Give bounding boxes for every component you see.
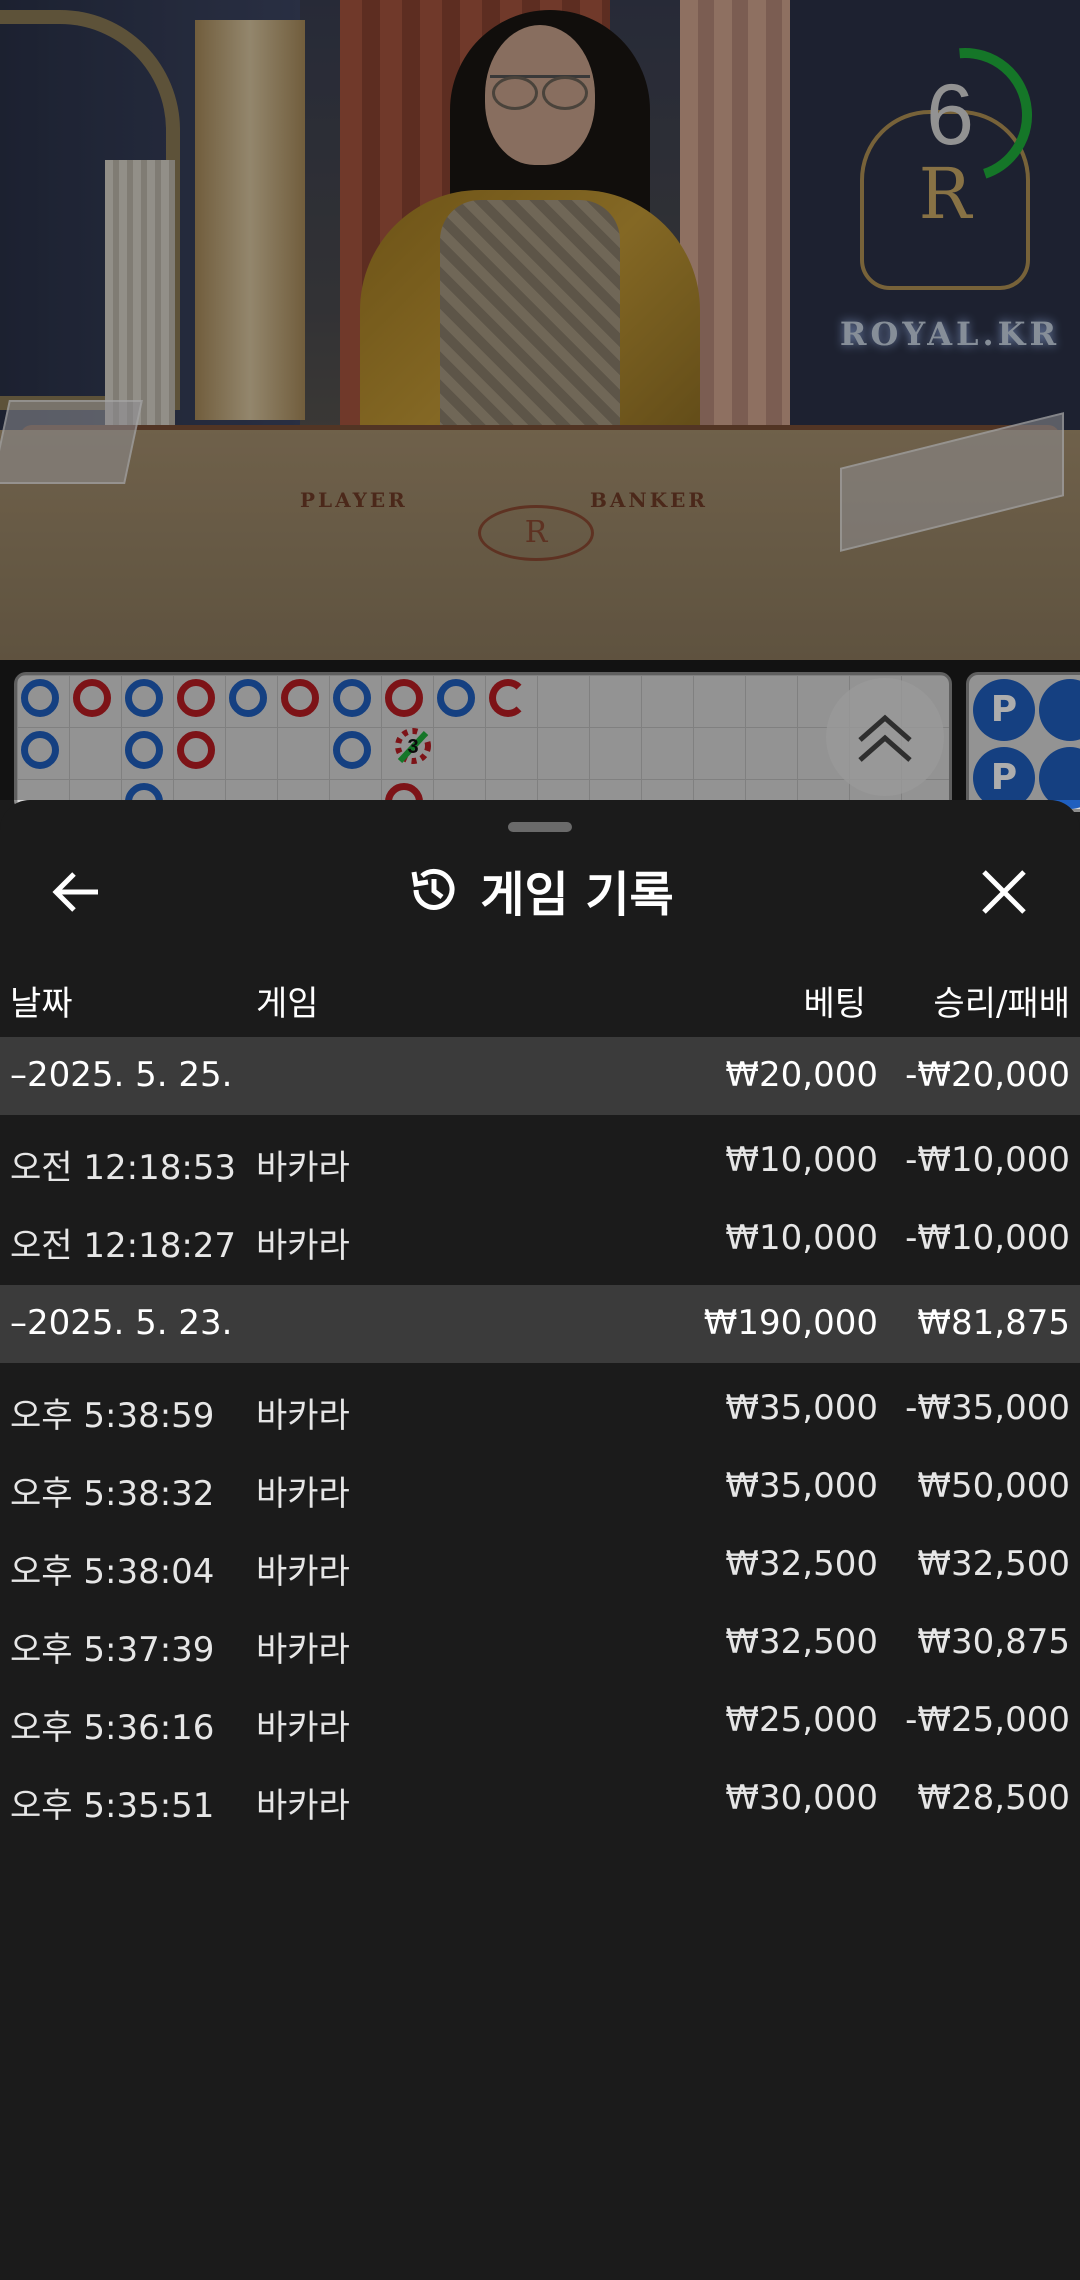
history-row-time: 오전 12:18:27 [10,1226,237,1266]
group-result-total: -₩20,000 [905,1055,1070,1095]
history-row-game: 바카라 [256,1226,350,1266]
wall-panel [195,20,305,420]
tie-mark: 3 [395,728,431,764]
group-bet-total: ₩190,000 [703,1303,878,1343]
history-row-bet: ₩30,000 [725,1778,878,1818]
column-header-date: 날짜 [10,984,73,1024]
history-row-result: ₩50,000 [917,1466,1070,1506]
history-row-result: -₩10,000 [905,1140,1070,1180]
banker-win-mark [489,679,527,717]
chevron-double-up-icon [858,714,912,762]
player-win-mark [333,731,371,769]
player-win-mark [21,731,59,769]
banker-win-mark [177,679,215,717]
tie-count: 3 [407,736,418,758]
history-row-result: ₩30,875 [917,1622,1070,1662]
banker-area-label: BANKER [590,488,708,512]
player-win-mark [333,679,371,717]
page-title: 게임 기록 [480,867,674,923]
bead-player-mark: P [973,679,1035,741]
column-header-bet: 베팅 [803,984,866,1024]
column-header-result: 승리/패배 [933,984,1070,1024]
history-row-time: 오후 5:38:59 [10,1396,215,1436]
live-dealer-video: R ROYAL.KR PLAYER BANKER R 6 [0,0,1080,660]
close-button[interactable] [974,862,1034,922]
history-row-result: -₩35,000 [905,1388,1070,1428]
table-logo: R [478,505,594,561]
player-win-mark [21,679,59,717]
history-row-bet: ₩35,000 [725,1388,878,1428]
dealer-vest [440,200,620,450]
history-row-result: ₩28,500 [917,1778,1070,1818]
bead-road-scoreboard[interactable]: P P [966,672,1080,812]
group-result-total: ₩81,875 [917,1303,1070,1343]
player-win-mark [125,731,163,769]
history-row-game: 바카라 [256,1786,350,1826]
history-row-bet: ₩25,000 [725,1700,878,1740]
dealer-glasses [490,75,590,110]
group-date: –2025. 5. 23. [10,1303,233,1343]
history-row-game: 바카라 [256,1630,350,1670]
banker-win-mark [385,679,423,717]
history-row-result: ₩32,500 [917,1544,1070,1584]
banker-win-mark [177,731,215,769]
pillar [105,160,175,440]
date-group-row[interactable]: –2025. 5. 25. ₩20,000 -₩20,000 [0,1037,1080,1115]
close-icon [982,870,1026,914]
history-row-bet: ₩10,000 [725,1218,878,1258]
history-row-time: 오후 5:38:32 [10,1474,215,1514]
history-row-bet: ₩10,000 [725,1140,878,1180]
history-row-game: 바카라 [256,1474,350,1514]
history-row-game: 바카라 [256,1708,350,1748]
banker-win-mark [73,679,111,717]
history-row-time: 오후 5:35:51 [10,1786,215,1826]
history-row-game: 바카라 [256,1148,350,1188]
date-group-row[interactable]: –2025. 5. 23. ₩190,000 ₩81,875 [0,1285,1080,1363]
history-row-game: 바카라 [256,1396,350,1436]
bead-player-mark [1039,679,1080,741]
history-row-game: 바카라 [256,1552,350,1592]
group-date: –2025. 5. 25. [10,1055,233,1095]
countdown-timer-value: 6 [926,67,974,163]
sheet-header: 게임 기록 [0,850,1080,930]
player-win-mark [229,679,267,717]
game-history-sheet: 게임 기록 날짜 게임 베팅 승리/패배 –2025. 5. 25. ₩20,0… [0,800,1080,2280]
history-row-time: 오후 5:38:04 [10,1552,215,1592]
history-row-result: -₩25,000 [905,1700,1070,1740]
history-row-bet: ₩32,500 [725,1544,878,1584]
history-row-bet: ₩35,000 [725,1466,878,1506]
banker-win-mark [281,679,319,717]
history-row-time: 오후 5:37:39 [10,1630,215,1670]
history-row-result: -₩10,000 [905,1218,1070,1258]
player-win-mark [125,679,163,717]
brand-watermark: ROYAL.KR [839,315,1061,353]
card-shoe [0,400,143,484]
group-bet-total: ₩20,000 [725,1055,878,1095]
scroll-up-button[interactable] [826,678,944,796]
history-row-time: 오전 12:18:53 [10,1148,237,1188]
history-icon [411,868,455,910]
sheet-drag-handle[interactable] [508,822,572,832]
history-row-bet: ₩32,500 [725,1622,878,1662]
player-win-mark [437,679,475,717]
player-area-label: PLAYER [300,488,408,512]
big-road-scoreboard[interactable]: 3 [14,672,952,812]
history-row-time: 오후 5:36:16 [10,1708,215,1748]
column-header-game: 게임 [256,984,319,1024]
